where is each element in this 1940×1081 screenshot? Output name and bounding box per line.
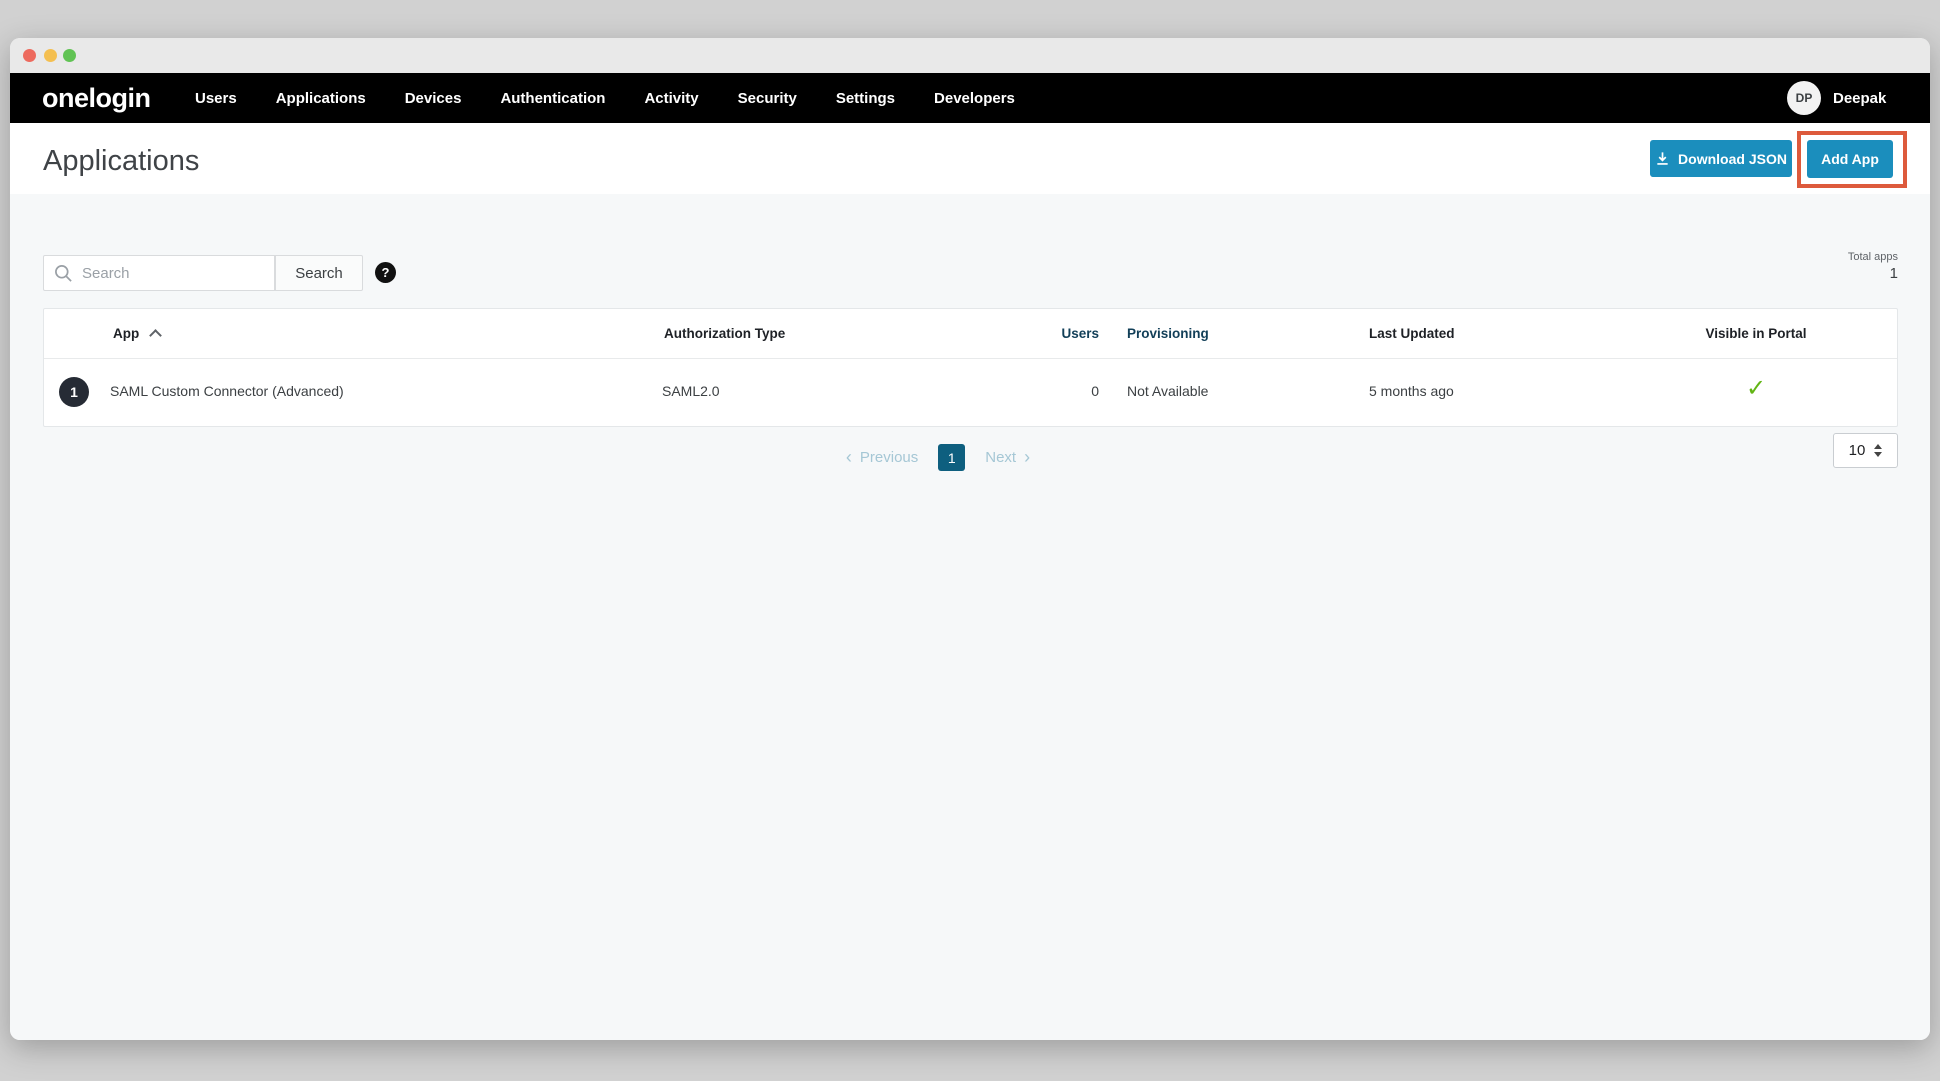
help-icon[interactable]: ? — [375, 262, 396, 283]
window-close-button[interactable] — [23, 49, 36, 62]
column-header-last-updated[interactable]: Last Updated — [1369, 326, 1455, 341]
page-size-select[interactable]: 10 — [1833, 433, 1898, 468]
column-header-visible-in-portal[interactable]: Visible in Portal — [1676, 326, 1836, 341]
pagination: ‹ Previous 1 Next › — [43, 444, 1833, 471]
nav-item-activity[interactable]: Activity — [644, 90, 698, 107]
nav-item-devices[interactable]: Devices — [405, 90, 462, 107]
download-json-button[interactable]: Download JSON — [1650, 140, 1792, 177]
next-label: Next — [985, 449, 1016, 466]
cell-last-updated: 5 months ago — [1369, 383, 1454, 399]
total-apps-value: 1 — [1848, 265, 1898, 282]
previous-label: Previous — [860, 449, 918, 466]
cell-authorization-type: SAML2.0 — [662, 383, 720, 399]
sort-ascending-icon — [149, 329, 162, 342]
window-minimize-button[interactable] — [44, 49, 57, 62]
app-window: onelogin Users Applications Devices Auth… — [10, 38, 1930, 1040]
window-zoom-button[interactable] — [63, 49, 76, 62]
main-content: Search ? Total apps 1 App Authorization … — [10, 194, 1930, 1040]
cell-users-count: 0 — [999, 383, 1099, 399]
total-apps: Total apps 1 — [1848, 251, 1898, 282]
total-apps-label: Total apps — [1848, 251, 1898, 263]
cell-app-name[interactable]: SAML Custom Connector (Advanced) — [110, 383, 344, 399]
previous-page-button[interactable]: ‹ Previous — [846, 449, 918, 466]
user-name[interactable]: Deepak — [1833, 90, 1886, 107]
page-header: Applications Download JSON Add App — [10, 123, 1930, 194]
table-row[interactable]: 1 SAML Custom Connector (Advanced) SAML2… — [44, 359, 1897, 426]
search-input[interactable] — [43, 255, 275, 291]
nav-item-developers[interactable]: Developers — [934, 90, 1015, 107]
nav-item-authentication[interactable]: Authentication — [500, 90, 605, 107]
onelogin-logo[interactable]: onelogin — [42, 83, 150, 114]
add-app-label: Add App — [1821, 151, 1879, 167]
nav-item-settings[interactable]: Settings — [836, 90, 895, 107]
chevron-left-icon: ‹ — [846, 450, 852, 465]
table-header-row: App Authorization Type Users Provisionin… — [44, 309, 1897, 359]
page-size-value: 10 — [1849, 442, 1866, 459]
nav-item-security[interactable]: Security — [738, 90, 797, 107]
column-header-users[interactable]: Users — [999, 326, 1099, 341]
current-page-button[interactable]: 1 — [938, 444, 965, 471]
applications-table: App Authorization Type Users Provisionin… — [43, 308, 1898, 427]
stepper-arrows-icon — [1874, 444, 1882, 457]
window-titlebar — [10, 38, 1930, 73]
download-json-label: Download JSON — [1678, 151, 1787, 167]
column-header-authorization-type[interactable]: Authorization Type — [664, 326, 785, 341]
next-page-button[interactable]: Next › — [985, 449, 1030, 466]
chevron-right-icon: › — [1024, 450, 1030, 465]
nav-menu: Users Applications Devices Authenticatio… — [195, 73, 1015, 123]
download-icon — [1655, 151, 1670, 166]
add-app-button[interactable]: Add App — [1807, 140, 1893, 178]
cell-visible-in-portal: ✓ — [1676, 377, 1836, 401]
column-header-app[interactable]: App — [113, 326, 160, 341]
page-title: Applications — [43, 145, 199, 178]
avatar[interactable]: DP — [1787, 81, 1821, 115]
check-icon: ✓ — [1746, 375, 1766, 402]
cell-provisioning: Not Available — [1127, 383, 1208, 399]
row-number-badge: 1 — [59, 377, 89, 407]
search-button[interactable]: Search — [275, 255, 363, 291]
nav-item-applications[interactable]: Applications — [276, 90, 366, 107]
top-navbar: onelogin Users Applications Devices Auth… — [10, 73, 1930, 123]
nav-item-users[interactable]: Users — [195, 90, 237, 107]
column-header-provisioning[interactable]: Provisioning — [1127, 326, 1209, 341]
